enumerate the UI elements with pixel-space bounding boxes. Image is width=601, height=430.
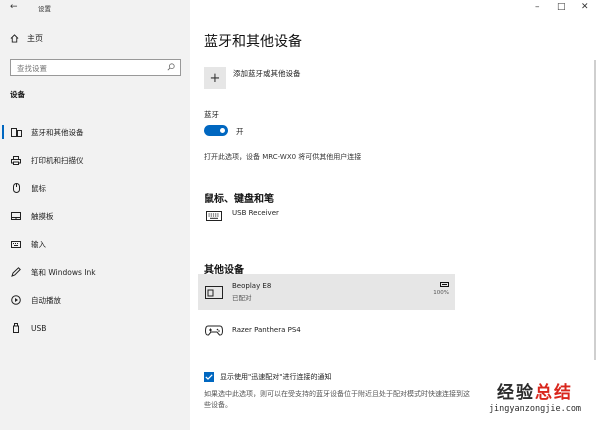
battery-indicator: 100% [433,282,449,296]
search-icon [167,63,175,71]
device-razer-panthera[interactable]: Razer Panthera PS4 [204,314,464,346]
bluetooth-devices-icon [10,127,22,137]
device-name: Beoplay E8 [232,282,272,290]
sidebar-item-pen[interactable]: 笔和 Windows Ink [0,258,190,286]
sidebar-item-label: 打印机和扫描仪 [31,155,84,165]
swift-pair-label: 显示使用"迅速配对"进行连接的通知 [220,373,332,381]
pen-icon [10,267,22,277]
device-name: USB Receiver [232,209,279,217]
swift-pair-row[interactable]: 显示使用"迅速配对"进行连接的通知 [204,372,331,382]
device-name: Razer Panthera PS4 [232,326,301,334]
watermark-url: jingyanzongjie.com [488,404,582,414]
device-beoplay-e8[interactable]: Beoplay E8 已配对 100% [198,274,455,310]
mouse-icon [10,183,22,193]
section-heading-mouse-keyboard-pen: 鼠标、键盘和笔 [204,194,274,205]
swift-pair-description: 如果选中此选项，则可以在受支持的蓝牙设备位于附近且处于配对模式时快速连接到这些设… [204,390,470,409]
title-bar: ← 设置 [0,0,190,16]
watermark-accent: 总结 [535,383,573,403]
main-content: 蓝牙和其他设备 + 添加蓝牙或其他设备 蓝牙 开 打开此选项，设备 MRC-WX… [190,0,601,430]
sidebar-item-label: 输入 [31,239,46,249]
usb-icon [10,323,22,333]
battery-percent: 100% [433,290,449,296]
sidebar-item-bluetooth[interactable]: 蓝牙和其他设备 [0,118,190,146]
sidebar-item-label: 笔和 Windows Ink [31,267,96,277]
sidebar-item-mouse[interactable]: 鼠标 [0,174,190,202]
watermark-title: 经验总结 [470,378,600,403]
home-icon [10,34,19,43]
device-usb-receiver[interactable]: USB Receiver [204,205,464,237]
page-title: 蓝牙和其他设备 [204,34,302,50]
device-status: 已配对 [232,294,252,302]
sidebar-item-label: 蓝牙和其他设备 [31,127,84,137]
sidebar-item-label: USB [31,323,47,333]
sidebar-item-home[interactable]: 主页 [10,33,43,44]
sidebar-item-touchpad[interactable]: 触摸板 [0,202,190,230]
add-device-button[interactable]: + [204,67,226,89]
keyboard-icon [10,239,22,249]
sidebar-item-usb[interactable]: USB [0,314,190,342]
search-placeholder: 查找设置 [17,64,47,73]
toggle-knob [220,128,225,133]
discoverable-text: 打开此选项，设备 MRC-WX0 将可供其他用户连接 [204,153,362,161]
add-device-label[interactable]: 添加蓝牙或其他设备 [233,68,301,79]
window-title: 设置 [38,5,51,13]
scrollbar[interactable] [594,60,596,360]
home-label: 主页 [27,34,43,43]
autoplay-icon [10,295,22,305]
sidebar-nav: 蓝牙和其他设备 打印机和扫描仪 鼠标 触摸板 输入 笔和 Windows Ink… [0,118,190,342]
battery-icon [440,282,449,287]
sidebar-item-printers[interactable]: 打印机和扫描仪 [0,146,190,174]
plus-icon: + [209,70,221,86]
headphones-device-icon [204,285,224,299]
section-label-devices: 设备 [10,90,25,99]
sidebar-item-label: 鼠标 [31,183,46,193]
back-button[interactable]: ← [10,2,18,12]
touchpad-icon [10,211,22,221]
sidebar-item-label: 自动播放 [31,295,61,305]
printer-icon [10,155,22,165]
bluetooth-state: 开 [236,127,244,136]
watermark-prefix: 经验 [497,383,535,403]
swift-pair-checkbox[interactable] [204,372,214,382]
sidebar: ← 设置 主页 查找设置 设备 蓝牙和其他设备 打印机和扫描仪 鼠标 触摸板 输… [0,0,190,430]
checkmark-icon [205,374,213,380]
sidebar-item-typing[interactable]: 输入 [0,230,190,258]
bluetooth-label: 蓝牙 [204,110,219,119]
watermark: 经验总结 jingyanzongjie.com [470,378,600,414]
search-input[interactable]: 查找设置 [10,59,181,76]
bluetooth-toggle[interactable] [204,125,228,136]
sidebar-item-autoplay[interactable]: 自动播放 [0,286,190,314]
keyboard-icon [204,209,224,223]
sidebar-item-label: 触摸板 [31,211,54,221]
gamepad-icon [204,323,224,337]
